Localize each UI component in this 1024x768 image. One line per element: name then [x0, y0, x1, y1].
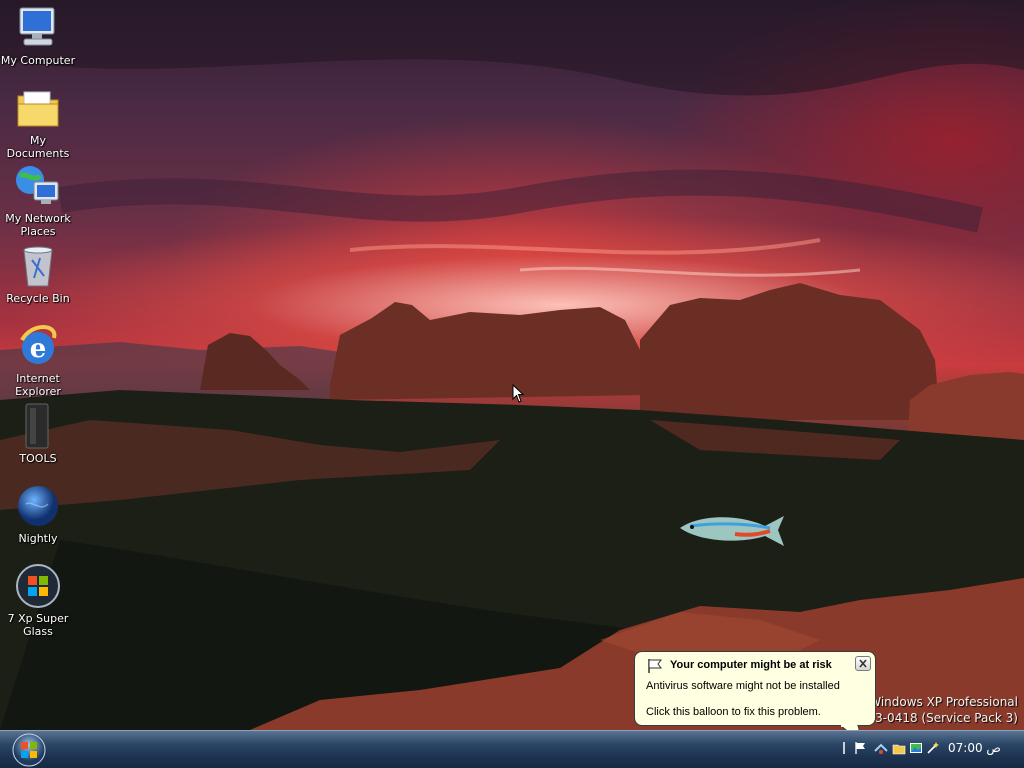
- image-icon[interactable]: [909, 741, 923, 755]
- flag-icon[interactable]: [854, 741, 868, 755]
- desktop-icon-7-xp-super-glass[interactable]: 7 Xp Super Glass: [0, 562, 76, 638]
- start-button[interactable]: [10, 733, 48, 767]
- recycle-bin-icon: [14, 242, 62, 290]
- icon-label: Internet Explorer: [15, 372, 61, 398]
- mouse-pointer-icon: [512, 384, 525, 403]
- desktop-icon-nightly[interactable]: Nightly: [0, 482, 76, 545]
- folder-icon[interactable]: [892, 741, 906, 755]
- flag-icon: [648, 659, 662, 673]
- icon-label: My Documents: [6, 134, 70, 160]
- close-icon: [859, 659, 867, 668]
- system-tray: 07:00 ص: [836, 730, 1024, 768]
- desktop-icon-my-computer[interactable]: My Computer: [0, 4, 76, 67]
- icon-label: My Computer: [0, 54, 76, 67]
- desktop-icon-my-documents[interactable]: My Documents: [0, 84, 76, 160]
- balloon-message: Antivirus software might not be installe…: [646, 680, 840, 692]
- desktop-icon-recycle-bin[interactable]: Recycle Bin: [0, 242, 76, 305]
- wand-icon[interactable]: [926, 741, 940, 755]
- desktop-icon-my-network-places[interactable]: My Network Places: [0, 162, 76, 238]
- desktop-icon-internet-explorer[interactable]: e Internet Explorer: [0, 322, 76, 398]
- svg-text:e: e: [30, 334, 47, 364]
- windows-start-orb-icon: [12, 733, 46, 767]
- icon-label: Nightly: [18, 532, 58, 545]
- security-balloon-notification[interactable]: Your computer might be at risk Antivirus…: [634, 651, 876, 745]
- balloon-close-button[interactable]: [855, 656, 871, 671]
- network-places-icon: [14, 162, 62, 210]
- windows-orb-icon: [14, 562, 62, 610]
- icon-label: Recycle Bin: [6, 292, 70, 305]
- desktop-wallpaper: My Computer My Documents My Network Plac…: [0, 0, 1024, 730]
- icon-label: My Network Places: [5, 212, 71, 238]
- desktop-icon-tools[interactable]: TOOLS: [0, 402, 76, 465]
- icon-label: 7 Xp Super Glass: [7, 612, 69, 638]
- my-computer-icon: [14, 4, 62, 52]
- tools-icon: [14, 402, 62, 450]
- clock[interactable]: 07:00 ص: [948, 741, 1001, 755]
- wallpaper-landscape: [0, 0, 1024, 730]
- balloon-title: Your computer might be at risk: [670, 659, 832, 671]
- network-icon[interactable]: [874, 741, 888, 755]
- my-documents-folder-icon: [14, 84, 62, 132]
- nightly-globe-icon: [14, 482, 62, 530]
- os-version-watermark: Windows XP Professional: [869, 695, 1018, 709]
- balloon-action-text: Click this balloon to fix this problem.: [646, 706, 821, 718]
- icon-label: TOOLS: [19, 452, 57, 465]
- internet-explorer-icon: e: [14, 322, 62, 370]
